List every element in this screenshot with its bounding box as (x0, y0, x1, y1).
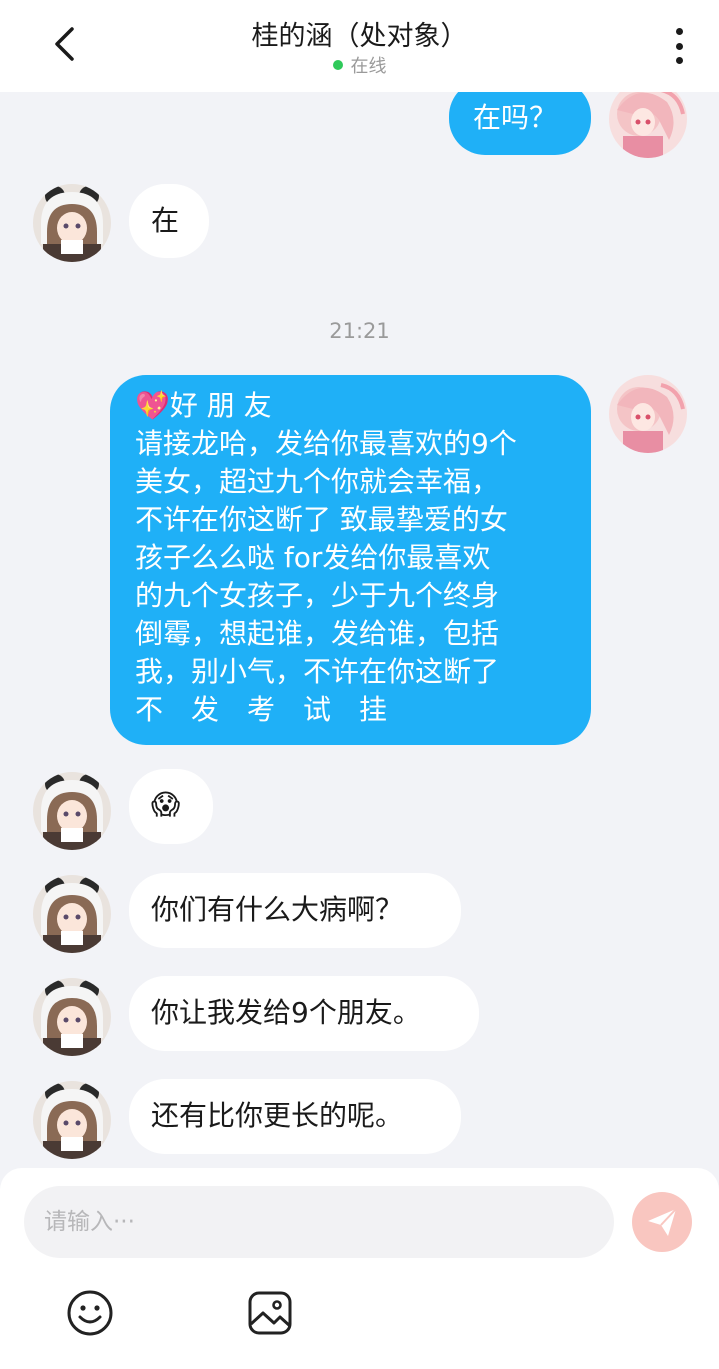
message-text: 你们有什么大病啊？ (151, 893, 404, 926)
message-composer (0, 1168, 719, 1369)
message-list[interactable]: 在吗？ 在 21:21 💖好 朋 友 请接龙哈，发给你最喜欢的9个 美女，超过九… (0, 92, 719, 1168)
contact-avatar[interactable] (33, 184, 111, 262)
send-button[interactable] (632, 1192, 692, 1252)
contact-name: 桂的涵（处对象） (251, 21, 468, 52)
more-dot (675, 57, 683, 64)
message-timestamp: 21:21 (329, 319, 390, 343)
message-bubble-incoming[interactable]: 还有比你更长的呢。 (129, 1079, 461, 1154)
chat-header: 桂的涵（处对象） 在线 (0, 0, 719, 92)
contact-avatar[interactable] (33, 1081, 111, 1159)
image-icon (248, 1291, 292, 1335)
contact-avatar[interactable] (33, 978, 111, 1056)
more-vertical-icon (675, 28, 683, 35)
message-line: 不许在你这断了 致最挚爱的女 (135, 503, 508, 536)
more-dot (675, 42, 683, 50)
my-avatar[interactable] (609, 92, 687, 158)
online-status: 在线 (0, 52, 719, 78)
message-line: 孩子么么哒 for发给你最喜欢 (135, 541, 491, 574)
image-button[interactable] (245, 1288, 295, 1338)
message-bubble-outgoing[interactable]: 在吗？ (449, 92, 591, 155)
message-bubble-outgoing[interactable]: 💖好 朋 友 请接龙哈，发给你最喜欢的9个 美女，超过九个你就会幸福， 不许在你… (110, 375, 591, 745)
message-bubble-incoming[interactable]: 你们有什么大病啊？ (129, 873, 461, 948)
message-text: 你让我发给9个朋友。 (151, 996, 421, 1029)
message-line: 我，别小气，不许在你这断了 (135, 655, 500, 688)
message-line: 美女，超过九个你就会幸福， (135, 465, 500, 498)
message-bubble-incoming[interactable]: 在 (129, 184, 209, 258)
contact-avatar[interactable] (33, 875, 111, 953)
more-options-button[interactable] (669, 26, 689, 66)
message-line: 请接龙哈，发给你最喜欢的9个 (135, 427, 517, 460)
smiley-icon (67, 1290, 113, 1336)
message-bubble-incoming[interactable]: 😱 (129, 769, 213, 844)
emoji-button[interactable] (65, 1288, 115, 1338)
contact-avatar[interactable] (33, 772, 111, 850)
message-line: 的九个女孩子，少于九个终身 (135, 579, 500, 612)
message-bubble-incoming[interactable]: 你让我发给9个朋友。 (129, 976, 479, 1051)
send-icon (648, 1208, 677, 1236)
message-text: 😱 (151, 788, 181, 821)
message-text: 还有比你更长的呢。 (151, 1099, 404, 1132)
message-line: 倒霉，想起谁，发给谁，包括 (135, 617, 500, 650)
online-status-label: 在线 (350, 56, 387, 77)
my-avatar[interactable] (609, 375, 687, 453)
message-line: 💖好 朋 友 (135, 389, 272, 422)
message-line: 不 发 考 试 挂 (135, 693, 388, 726)
message-input[interactable] (24, 1186, 614, 1258)
message-text: 在 (151, 204, 180, 237)
message-text: 在吗？ (473, 101, 558, 134)
online-dot (332, 60, 343, 70)
